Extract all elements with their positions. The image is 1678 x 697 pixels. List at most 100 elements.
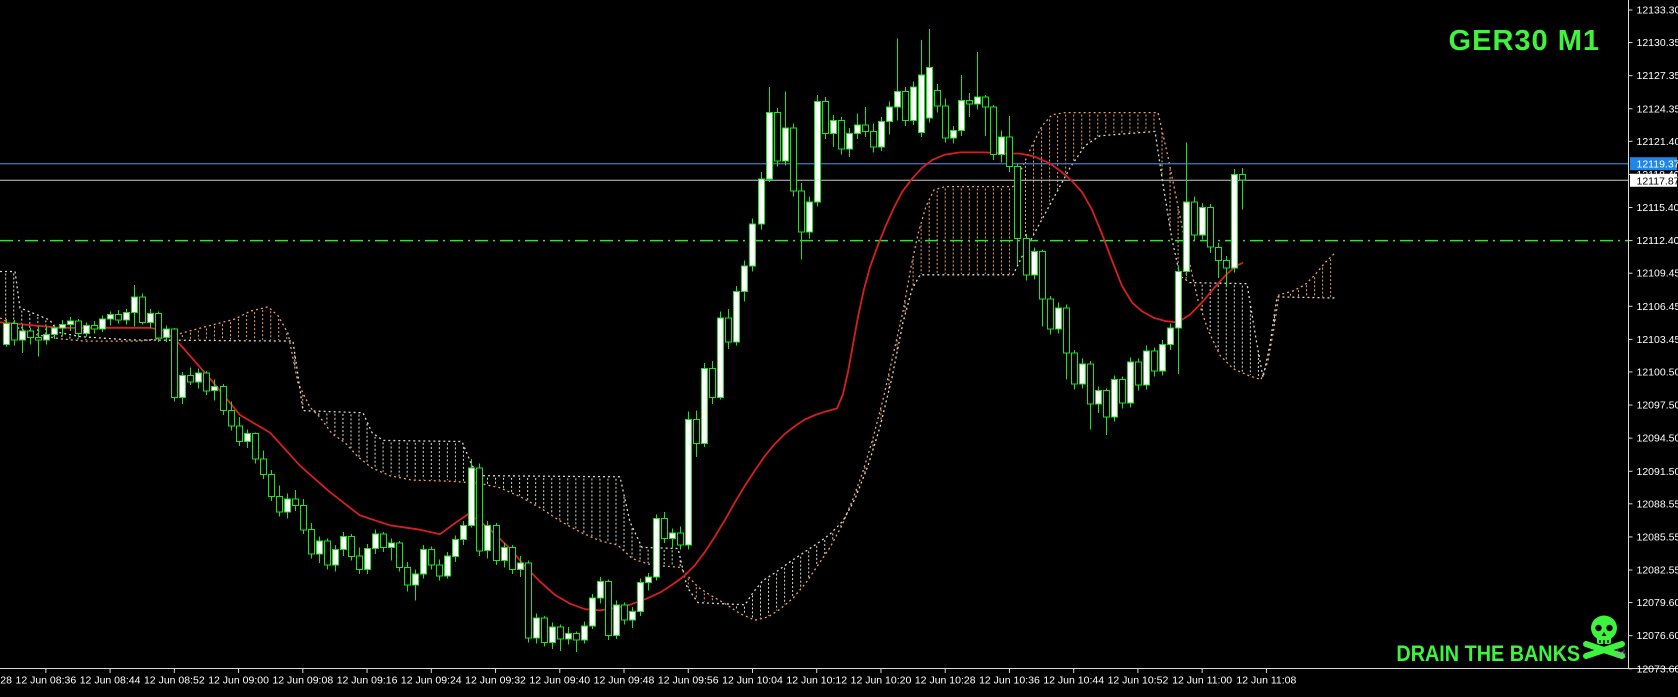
candle-body [1080, 364, 1086, 384]
time-axis-label: 12 Jun 08:36 [15, 675, 76, 687]
candle-body [1216, 247, 1222, 260]
candle-body [1048, 299, 1054, 329]
candle-body [1032, 252, 1038, 275]
candle-body [1007, 137, 1013, 167]
candle-body [333, 550, 339, 565]
candle-body [405, 567, 411, 585]
time-axis-label: 12 Jun 10:20 [851, 675, 912, 687]
candle-body [582, 626, 588, 640]
candle-body [1168, 328, 1174, 345]
candle-body [261, 459, 267, 474]
candle-body [1064, 308, 1070, 353]
candle-body [831, 120, 837, 133]
candle-body [76, 321, 82, 333]
candle-body [694, 419, 700, 443]
candle-body [1136, 362, 1142, 385]
candle-body [903, 92, 909, 121]
candle-body [253, 434, 259, 459]
candle-body [598, 582, 604, 599]
candle-body [1015, 167, 1021, 239]
candle-body [494, 525, 500, 560]
price-axis-label: 12076.60 [1637, 630, 1678, 642]
price-axis-label: 12082.55 [1637, 565, 1678, 577]
candle-body [991, 107, 997, 155]
candle-body [1128, 362, 1134, 403]
candle-body [847, 134, 853, 149]
candle-body [357, 556, 363, 569]
candle-body [429, 550, 435, 565]
candle-body [1040, 252, 1046, 300]
candle-body [4, 323, 10, 344]
candle-body [967, 101, 973, 104]
candle-body [927, 67, 933, 118]
candle-body [301, 506, 307, 530]
candle-body [1120, 380, 1126, 403]
price-axis-label: 12085.55 [1637, 531, 1678, 543]
candle-body [935, 91, 941, 106]
price-chart-canvas[interactable]: 12133.3012130.3512127.3512124.3512121.40… [0, 0, 1678, 692]
candle-body [172, 329, 178, 397]
candle-body [397, 543, 403, 567]
candle-body [542, 618, 548, 642]
candle-body [341, 536, 347, 549]
candle-body [783, 128, 789, 161]
candle-body [140, 297, 146, 322]
time-axis-label: 12 Jun 10:36 [979, 675, 1040, 687]
candle-body [445, 556, 451, 576]
candle-body [20, 331, 26, 340]
candle-body [349, 536, 355, 556]
candle-body [245, 434, 251, 442]
candle-body [750, 224, 756, 266]
candle-body [44, 334, 50, 340]
candle-body [895, 92, 901, 107]
candle-body [526, 563, 532, 638]
candle-body [485, 525, 491, 550]
candle-body [212, 386, 218, 390]
candle-body [437, 565, 443, 576]
price-axis-label: 12091.50 [1637, 466, 1678, 478]
candle-body [518, 563, 524, 570]
candle-body [606, 582, 612, 636]
price-axis-label: 12094.50 [1637, 433, 1678, 445]
price-axis-label: 12130.35 [1637, 37, 1678, 49]
candle-body [293, 499, 299, 506]
candle-body [1224, 261, 1230, 269]
candle-body [221, 386, 227, 410]
candle-body [469, 468, 475, 525]
price-axis[interactable]: 12133.3012130.3512127.3512124.3512121.40… [1629, 5, 1678, 676]
price-axis-label: 12079.60 [1637, 597, 1678, 609]
candle-body [534, 618, 540, 638]
candle-body [277, 497, 283, 512]
price-axis-label: 12097.50 [1637, 400, 1678, 412]
candle-body [12, 323, 18, 340]
price-axis-label: 12109.45 [1637, 268, 1678, 280]
candle-body [108, 315, 114, 319]
small-skull-icon: ☠ [1614, 646, 1627, 662]
candle-body [132, 297, 138, 312]
candle-body [951, 130, 957, 138]
candle-body [759, 179, 765, 224]
candle-body [1072, 353, 1078, 384]
candle-body [919, 75, 925, 132]
candle-body [855, 125, 861, 134]
candle-body [510, 547, 516, 569]
candle-body [654, 519, 660, 578]
candle-body [871, 131, 877, 146]
candle-body [148, 314, 154, 323]
time-axis-label: 12 Jun 10:28 [915, 675, 976, 687]
candle-body [92, 326, 98, 329]
candle-body [670, 533, 676, 539]
candle-body [702, 369, 708, 444]
candle-body [164, 329, 170, 338]
time-axis-label: 12 Jun 09:32 [465, 675, 526, 687]
candle-body [317, 541, 323, 554]
candle-body [839, 120, 845, 149]
candle-body [1144, 351, 1150, 385]
candle-body [180, 375, 186, 397]
price-axis-label: 12100.50 [1637, 366, 1678, 378]
candle-body [622, 605, 628, 620]
candle-body [1024, 238, 1030, 274]
candle-body [1240, 174, 1246, 180]
candle-body [1088, 364, 1094, 404]
candle-body [574, 634, 580, 641]
